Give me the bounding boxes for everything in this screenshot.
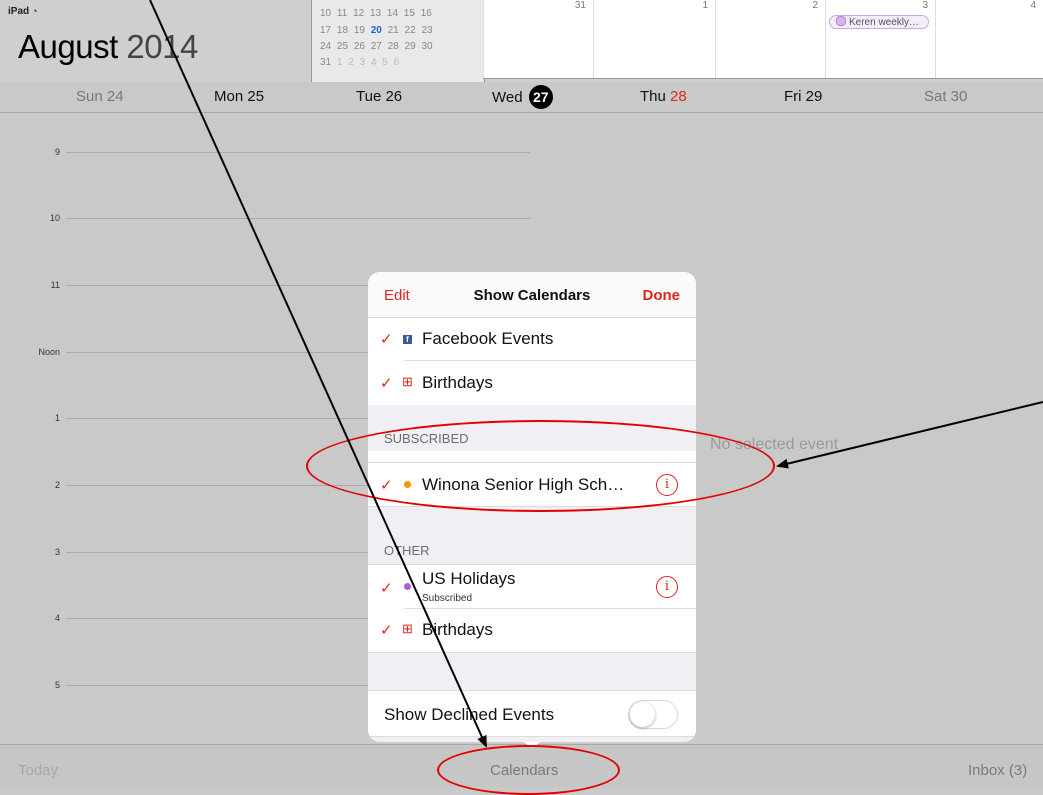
annotation-arrow (776, 401, 1043, 469)
annotation-arrows (149, 0, 1043, 748)
annotation-arrow (149, 0, 487, 748)
